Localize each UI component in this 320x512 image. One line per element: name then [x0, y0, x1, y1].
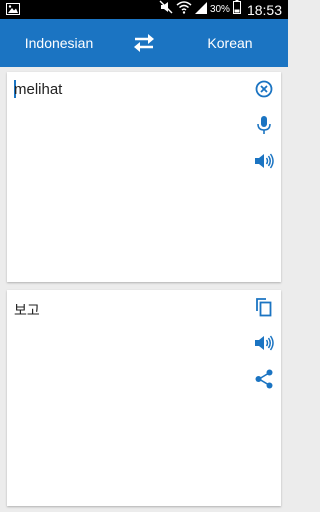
language-toolbar: Indonesian Korean — [0, 19, 288, 67]
status-bar: 30% 18:53 — [0, 0, 288, 19]
clock: 18:53 — [246, 1, 282, 18]
share-icon[interactable] — [253, 368, 275, 390]
speaker-icon[interactable] — [253, 150, 275, 172]
speaker-icon[interactable] — [253, 332, 275, 354]
copy-icon[interactable] — [253, 296, 275, 318]
wifi-icon — [176, 0, 192, 19]
battery-percent: 30% — [209, 4, 230, 15]
clear-icon[interactable] — [253, 78, 275, 100]
signal-icon — [194, 1, 207, 19]
mute-icon — [159, 0, 173, 19]
swap-arrows-icon[interactable] — [131, 32, 157, 54]
source-text-panel: melihat — [7, 72, 281, 282]
source-language-button[interactable]: Indonesian — [0, 19, 118, 67]
source-text-input[interactable]: melihat — [14, 81, 62, 98]
target-language-button[interactable]: Korean — [172, 19, 288, 67]
image-notification-icon — [6, 2, 20, 20]
translation-output: 보고 — [14, 303, 40, 319]
battery-icon — [232, 0, 241, 19]
translation-panel: 보고 — [7, 290, 281, 506]
microphone-icon[interactable] — [253, 114, 275, 136]
